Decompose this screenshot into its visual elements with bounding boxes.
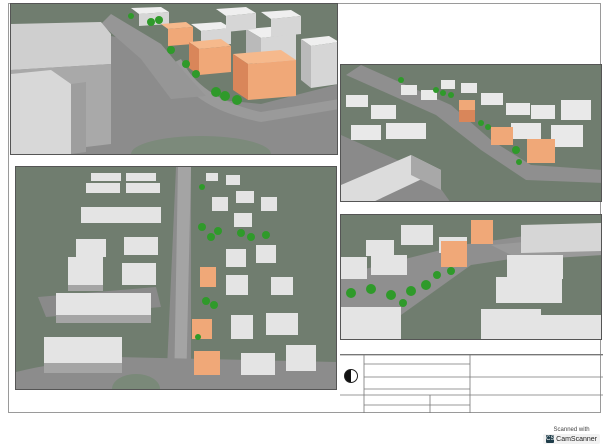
scanner-app: CamScanner bbox=[556, 435, 597, 443]
aerial-view bbox=[15, 166, 337, 390]
scanner-watermark: Scanned with CS CamScanner bbox=[543, 427, 600, 444]
camscanner-icon: CS bbox=[546, 435, 555, 443]
drawing-sheet: Scanned with CS CamScanner bbox=[0, 0, 604, 447]
scanner-line1: Scanned with bbox=[553, 427, 590, 433]
title-block bbox=[340, 354, 603, 413]
north-arrow-icon bbox=[344, 369, 358, 383]
perspective-view-2 bbox=[340, 64, 602, 202]
camscanner-badge: CS CamScanner bbox=[543, 434, 600, 444]
perspective-view-1 bbox=[10, 3, 338, 155]
perspective-view-3 bbox=[340, 214, 602, 340]
